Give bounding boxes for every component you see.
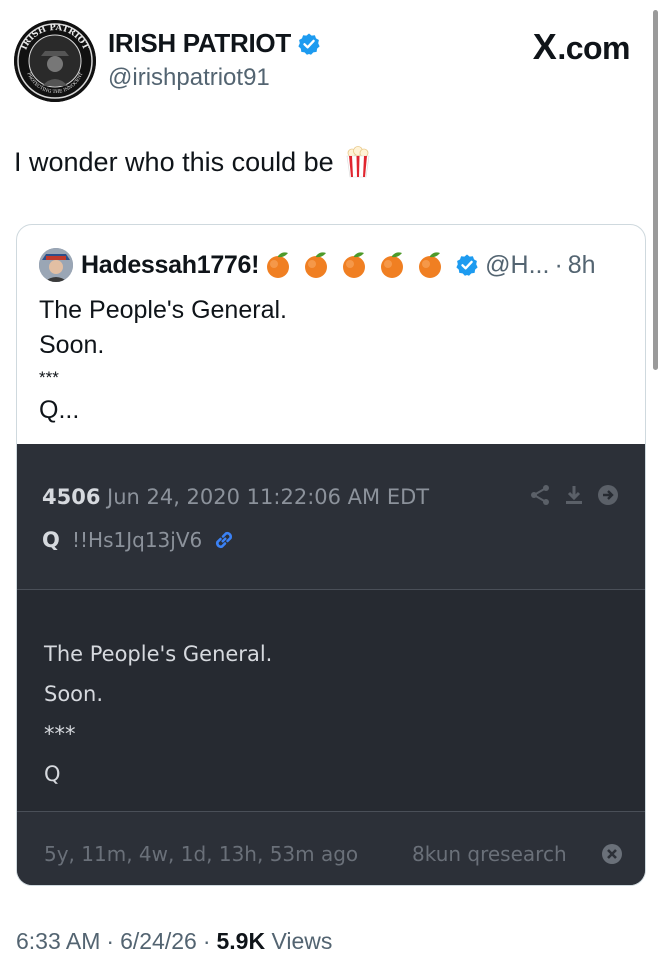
post-time[interactable]: 6:33 AM — [16, 928, 100, 955]
site-label: X .com — [532, 26, 631, 68]
q-tripcode: !!Hs1Jq13jV6 — [72, 528, 203, 552]
q-line: Q — [44, 762, 61, 786]
q-line: The People's General. — [44, 642, 273, 666]
quoted-author-name[interactable]: Hadessah1776! — [81, 251, 259, 280]
post-meta: 6:33 AM · 6/24/26 · 5.9K Views — [16, 928, 332, 955]
q-post-date: Jun 24, 2020 11:22:06 AM EDT — [107, 485, 430, 509]
quoted-post-card[interactable]: Hadessah1776! @H... · 8h The People's Ge… — [16, 224, 646, 886]
quoted-post-image[interactable]: 4506 Jun 24, 2020 11:22:06 AM EDT Q !!Hs… — [17, 444, 645, 885]
scrollbar[interactable] — [653, 10, 658, 370]
verified-badge-icon — [455, 253, 479, 277]
quoted-post-text: The People's General. Soon. *** Q... — [39, 293, 287, 428]
close-icon — [601, 843, 623, 865]
verified-badge-icon — [297, 32, 321, 56]
q-line: Soon. — [44, 682, 104, 706]
q-post-age: 5y, 11m, 4w, 1d, 13h, 53m ago — [44, 842, 359, 866]
download-icon — [563, 484, 585, 506]
q-label: Q — [42, 528, 60, 552]
q-post-header: 4506 Jun 24, 2020 11:22:06 AM EDT Q !!Hs… — [17, 444, 645, 590]
quoted-post-header: Hadessah1776! @H... · 8h — [39, 247, 596, 283]
post-date[interactable]: 6/24/26 — [120, 928, 197, 955]
quoted-post-time[interactable]: 8h — [568, 251, 596, 280]
site-label-domain: .com — [557, 30, 630, 66]
views-count: 5.9K — [216, 928, 266, 954]
q-post-body: The People's General. Soon. *** Q — [44, 634, 272, 794]
peach-icon — [263, 250, 293, 280]
quoted-author-handle[interactable]: @H... — [485, 251, 549, 280]
link-icon — [212, 528, 236, 552]
author-name-text: IRISH PATRIOT — [108, 28, 291, 58]
q-post-actions — [529, 484, 619, 506]
q-post-number: 4506 — [42, 485, 101, 509]
separator-dot: · — [554, 250, 563, 279]
tweet-text-body: I wonder who this could be — [14, 146, 334, 177]
popcorn-icon — [344, 146, 372, 178]
quoted-line: *** — [39, 368, 59, 387]
peach-icon — [377, 250, 407, 280]
arrow-right-icon — [597, 484, 619, 506]
quoted-author-avatar[interactable] — [39, 248, 73, 282]
q-post-footer: 5y, 11m, 4w, 1d, 13h, 53m ago 8kun qrese… — [17, 811, 645, 885]
peach-icon — [339, 250, 369, 280]
separator-dot: · — [202, 928, 211, 954]
quoted-line: Soon. — [39, 331, 105, 359]
peach-icon — [415, 250, 445, 280]
q-tripcode-row: !!Hs1Jq13jV6 — [72, 528, 236, 552]
quoted-line: Q... — [39, 396, 80, 424]
author-handle[interactable]: @irishpatriot91 — [108, 64, 270, 92]
share-icon — [529, 484, 551, 506]
q-line: *** — [44, 722, 76, 746]
author-name[interactable]: IRISH PATRIOT — [108, 28, 321, 59]
views-label: Views — [271, 928, 333, 954]
quoted-line: The People's General. — [39, 296, 287, 324]
author-avatar[interactable]: IRISH PATRIOT PROTECTING THE INNOCENT — [14, 20, 96, 102]
separator-dot: · — [106, 928, 115, 954]
peach-icon — [301, 250, 331, 280]
q-post-board: 8kun qresearch — [412, 842, 567, 866]
tweet-text: I wonder who this could be — [14, 146, 372, 178]
x-logo-icon: X — [532, 26, 557, 67]
